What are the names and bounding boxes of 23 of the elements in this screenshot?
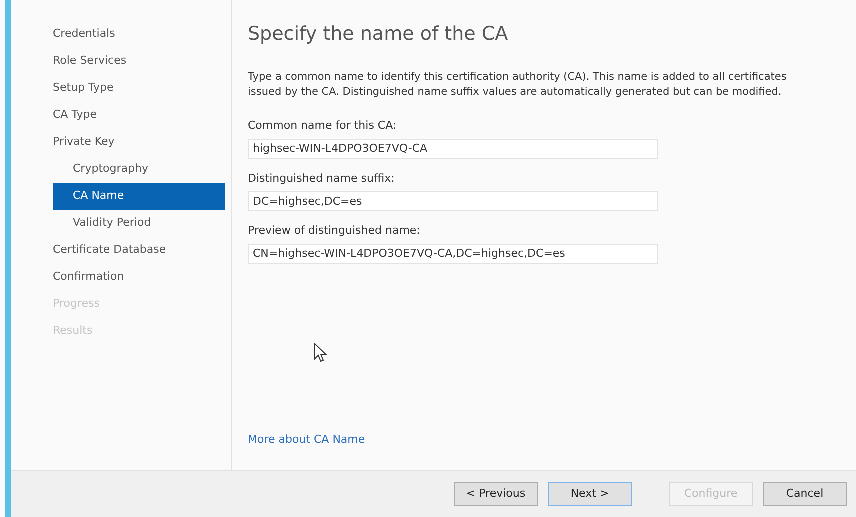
step-item[interactable]: Certificate Database: [53, 237, 225, 264]
field-label: Distinguished name suffix:: [248, 170, 396, 186]
description-text: Type a common name to identify this certification authority (CA). This name is added to all certificates issued by the CA. Distinguished name suffix values are automatically generated but can be modified.: [248, 70, 788, 100]
step-item[interactable]: Setup Type: [53, 75, 225, 102]
page-title: Specify the name of the CA: [248, 22, 510, 47]
mouse-pointer-icon: [314, 343, 327, 363]
step-item[interactable]: Role Services: [53, 48, 225, 75]
field-label: Common name for this CA:: [248, 118, 398, 134]
wizard-button[interactable]: Cancel: [763, 482, 847, 506]
step-item[interactable]: Private Key: [53, 129, 225, 156]
step-item[interactable]: Validity Period: [53, 210, 225, 237]
field-label: Preview of distinguished name:: [248, 223, 422, 239]
input-field[interactable]: DC=highsec,DC=es: [248, 191, 658, 211]
help-link[interactable]: More about CA Name: [248, 433, 366, 446]
step-item[interactable]: Cryptography: [53, 156, 225, 183]
step-item[interactable]: Confirmation: [53, 264, 225, 291]
wizard-button[interactable]: < Previous: [454, 482, 538, 506]
wizard-button[interactable]: Next >: [548, 482, 632, 506]
step-item[interactable]: Credentials: [53, 21, 225, 48]
input-field[interactable]: CN=highsec-WIN-L4DPO3OE7VQ-CA,DC=highsec,DC=es: [248, 244, 658, 264]
step-item[interactable]: CA Type: [53, 102, 225, 129]
step-item[interactable]: CA Name: [53, 183, 225, 210]
input-field[interactable]: highsec-WIN-L4DPO3OE7VQ-CA: [248, 138, 658, 158]
